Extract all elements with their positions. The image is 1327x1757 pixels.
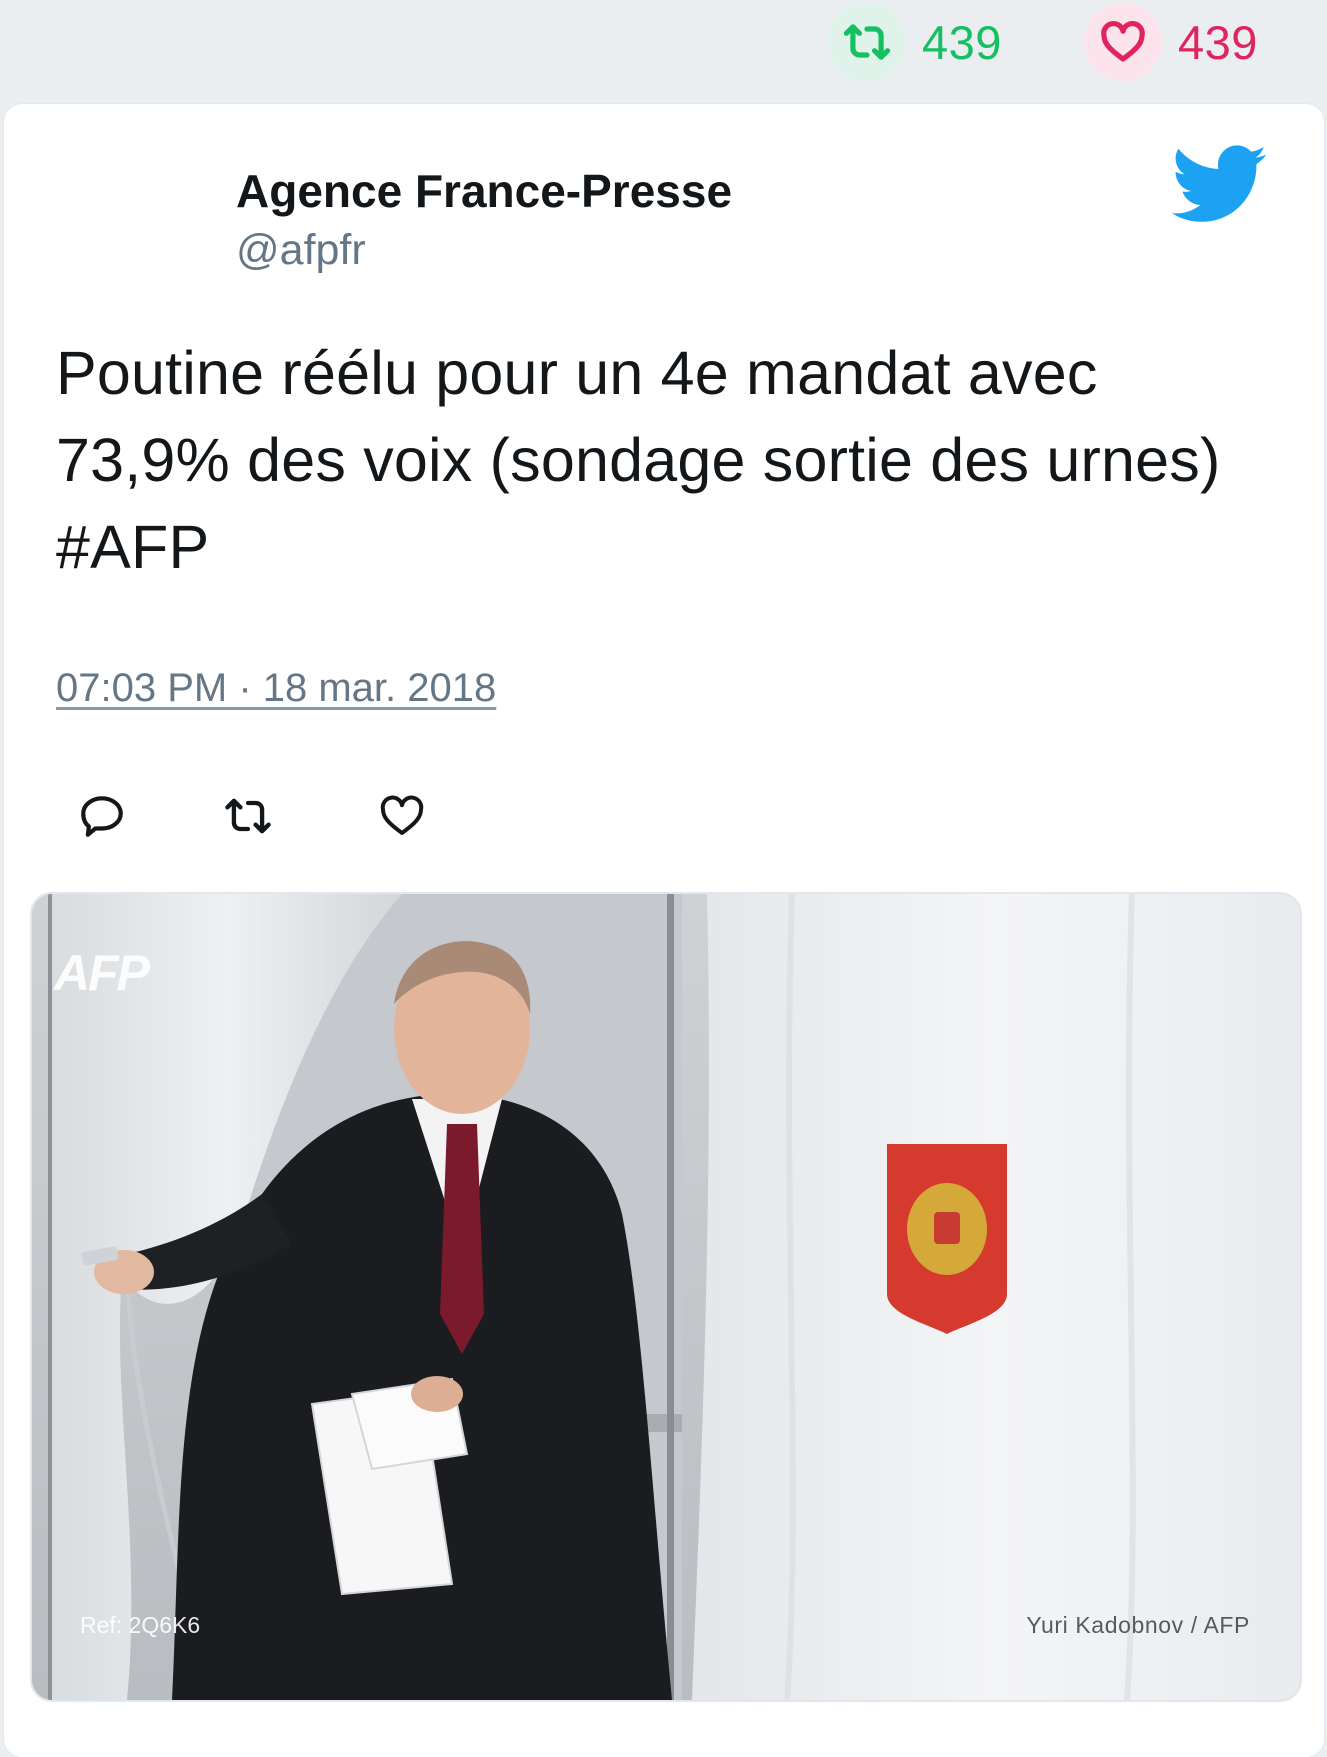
avatar[interactable] [54, 150, 184, 280]
retweet-stat[interactable]: 439 [828, 3, 1002, 81]
photo-illustration [32, 894, 1300, 1700]
heart-icon [380, 795, 424, 835]
twitter-bird-icon[interactable] [1172, 144, 1268, 226]
engagement-bar: 439 439 [0, 0, 1327, 100]
author-name[interactable]: Agence France-Presse [236, 164, 732, 218]
heart-icon [1101, 20, 1145, 62]
retweet-icon [843, 24, 891, 60]
tweet-card: Agence France-Presse @afpfr Poutine réél… [4, 104, 1324, 1757]
like-stat[interactable]: 439 [1084, 3, 1258, 81]
photo-credit: Yuri Kadobnov / AFP [1026, 1612, 1250, 1638]
reply-button[interactable] [72, 786, 132, 846]
retweet-count: 439 [922, 15, 1002, 69]
author-handle[interactable]: @afpfr [236, 226, 366, 275]
like-stat-circle[interactable] [1084, 3, 1162, 81]
like-count: 439 [1178, 15, 1258, 69]
tweet-timestamp[interactable]: 07:03 PM · 18 mar. 2018 [56, 666, 496, 711]
retweet-icon [225, 798, 271, 834]
photo-ref: Ref: 2Q6K6 [80, 1612, 201, 1638]
tweet-photo[interactable]: AFP Ref: 2Q6K6 Yuri Kadobnov / AFP [30, 892, 1302, 1702]
reply-icon [81, 796, 123, 837]
like-button[interactable] [372, 786, 432, 846]
tweet-text: Poutine réélu pour un 4e mandat avec 73,… [56, 339, 1221, 581]
afp-watermark: AFP [54, 945, 150, 1001]
retweet-stat-circle[interactable] [828, 3, 906, 81]
retweet-button[interactable] [218, 786, 278, 846]
